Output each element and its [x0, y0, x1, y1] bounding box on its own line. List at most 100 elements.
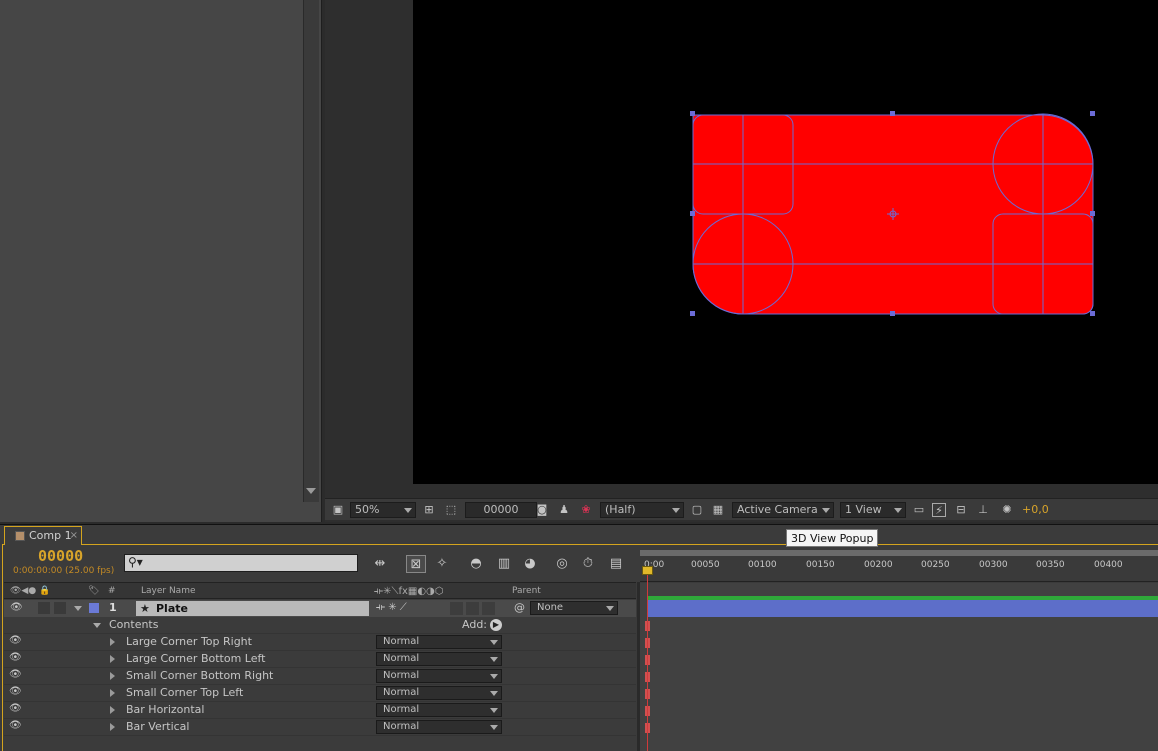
- column-parent: Parent: [512, 586, 541, 596]
- view-layout-dropdown[interactable]: 1 View: [840, 502, 906, 518]
- contents-label: Contents: [109, 618, 159, 631]
- mask-visibility-icon[interactable]: ⬚: [444, 503, 458, 517]
- close-icon[interactable]: ×: [70, 527, 78, 544]
- fast-previews-icon[interactable]: ⚡: [932, 503, 946, 517]
- blend-mode-value: Normal: [383, 670, 420, 681]
- frame-blending-icon[interactable]: ✧: [432, 555, 452, 573]
- transparency-grid-icon[interactable]: ▦: [711, 503, 725, 517]
- ruler-tick-label: 00350: [1036, 560, 1065, 570]
- current-timecode[interactable]: 00000: [38, 547, 83, 565]
- expand-icon[interactable]: [110, 706, 115, 714]
- ruler-tick-label: 00400: [1094, 560, 1123, 570]
- property-row[interactable]: 👁 Bar Horizontal Normal: [4, 702, 636, 719]
- comp-mini-flowchart-icon[interactable]: ⇹: [370, 555, 390, 573]
- switch-box[interactable]: [482, 602, 495, 615]
- layer-name-field[interactable]: ★ Plate: [136, 601, 369, 616]
- layer-number: 1: [109, 601, 117, 614]
- property-name: Large Corner Top Right: [126, 635, 252, 648]
- property-row[interactable]: 👁 Large Corner Top Right Normal: [4, 634, 636, 651]
- blend-mode-dropdown[interactable]: Normal: [376, 703, 502, 717]
- add-menu-button[interactable]: ▶: [490, 619, 502, 631]
- channel-rgb-icon[interactable]: ❀: [579, 503, 593, 517]
- chevron-down-icon: [490, 674, 498, 679]
- draft-3d-icon[interactable]: ◓: [466, 555, 486, 573]
- switch-box[interactable]: [450, 602, 463, 615]
- layer-duration-bar[interactable]: [647, 600, 1158, 617]
- blend-mode-value: Normal: [383, 721, 420, 732]
- eye-icon[interactable]: 👁: [9, 720, 22, 731]
- project-scrollbar[interactable]: [303, 0, 319, 502]
- layer-switches[interactable]: ⟛ ✳ ⟋: [376, 602, 407, 613]
- eye-icon[interactable]: 👁: [9, 652, 22, 663]
- property-name: Small Corner Top Left: [126, 686, 244, 699]
- brainstorm-icon[interactable]: ◕: [520, 555, 540, 573]
- auto-keyframe-icon[interactable]: ◎: [552, 555, 572, 573]
- timeline-icon[interactable]: ⊟: [954, 503, 968, 517]
- show-snapshot-icon[interactable]: ♟: [557, 503, 571, 517]
- magnification-dropdown[interactable]: 50%: [350, 502, 416, 518]
- exposure-reset-icon[interactable]: ✺: [1000, 503, 1014, 517]
- scroll-down-arrow-icon[interactable]: [306, 488, 316, 494]
- composition-canvas[interactable]: [413, 0, 1158, 484]
- star-icon: ★: [140, 602, 150, 615]
- lock-toggle[interactable]: [54, 602, 66, 614]
- expand-contents-icon[interactable]: [93, 623, 101, 628]
- current-time-field[interactable]: 00000: [465, 502, 537, 518]
- layer-search-input[interactable]: ⚲▾: [124, 554, 358, 572]
- expand-icon[interactable]: [110, 672, 115, 680]
- expand-icon[interactable]: [110, 638, 115, 646]
- expand-icon[interactable]: [110, 689, 115, 697]
- expand-layer-icon[interactable]: [74, 606, 82, 611]
- graph-editor-icon[interactable]: ▤: [606, 555, 626, 573]
- expand-icon[interactable]: [110, 655, 115, 663]
- add-label: Add:: [462, 618, 488, 631]
- tab-comp-1[interactable]: Comp 1 ×: [4, 526, 82, 545]
- eye-icon[interactable]: 👁: [9, 669, 22, 680]
- pick-whip-icon[interactable]: @: [514, 601, 525, 614]
- grid-guide-icon[interactable]: ⊞: [422, 503, 436, 517]
- timeline-column-header: 👁◀● 🔒 🏷 # Layer Name ⟛✳⟍fx▦◐◑⬡ Parent: [4, 582, 636, 599]
- blend-mode-dropdown[interactable]: Normal: [376, 652, 502, 666]
- camera-view-dropdown[interactable]: Active Camera: [732, 502, 834, 518]
- blend-mode-dropdown[interactable]: Normal: [376, 720, 502, 734]
- blend-mode-dropdown[interactable]: Normal: [376, 669, 502, 683]
- expand-icon[interactable]: [110, 723, 115, 731]
- parent-dropdown[interactable]: None: [530, 601, 618, 615]
- property-row[interactable]: 👁 Bar Vertical Normal: [4, 719, 636, 736]
- magnification-value: 50%: [355, 503, 380, 516]
- search-icon: ⚲▾: [128, 555, 143, 569]
- project-panel: [0, 0, 322, 522]
- shape-layer-plate[interactable]: [413, 0, 1158, 484]
- motion-blur-icon[interactable]: ▥: [494, 555, 514, 573]
- toggle-pixel-aspect-icon[interactable]: ▭: [912, 503, 926, 517]
- flowchart-icon[interactable]: ⊥: [976, 503, 990, 517]
- snapshot-camera-icon[interactable]: ◙: [535, 503, 549, 517]
- eye-icon[interactable]: 👁: [9, 703, 22, 714]
- tab-label: Comp 1: [29, 529, 72, 542]
- blend-mode-dropdown[interactable]: Normal: [376, 686, 502, 700]
- eye-icon[interactable]: 👁: [10, 602, 23, 613]
- resolution-dropdown[interactable]: (Half): [600, 502, 684, 518]
- property-row[interactable]: 👁 Small Corner Bottom Right Normal: [4, 668, 636, 685]
- tooltip: 3D View Popup: [786, 529, 879, 547]
- blend-mode-value: Normal: [383, 687, 420, 698]
- solo-toggle[interactable]: [38, 602, 50, 614]
- exposure-value[interactable]: +0,0: [1022, 503, 1049, 516]
- switch-box[interactable]: [466, 602, 479, 615]
- eye-icon[interactable]: 👁: [9, 686, 22, 697]
- property-row[interactable]: 👁 Large Corner Bottom Left Normal: [4, 651, 636, 668]
- hide-shy-layers-icon[interactable]: ⊠: [406, 555, 426, 573]
- eye-icon[interactable]: 👁: [9, 635, 22, 646]
- stopwatch-icon[interactable]: ⏱: [578, 555, 598, 573]
- label-color-swatch[interactable]: [89, 603, 99, 613]
- property-row[interactable]: 👁 Small Corner Top Left Normal: [4, 685, 636, 702]
- current-time-indicator[interactable]: [642, 566, 653, 575]
- blend-mode-dropdown[interactable]: Normal: [376, 635, 502, 649]
- always-preview-icon[interactable]: ▣: [331, 503, 345, 517]
- column-layer-name[interactable]: Layer Name: [141, 586, 196, 596]
- parent-value: None: [537, 602, 564, 613]
- region-of-interest-icon[interactable]: ▢: [690, 503, 704, 517]
- contents-row[interactable]: Contents Add: ▶: [4, 617, 636, 634]
- time-ruler[interactable]: 0:00 00050 00100 00150 00200 00250 00300…: [640, 556, 1158, 582]
- av-features-icons: 👁◀● 🔒: [10, 586, 51, 596]
